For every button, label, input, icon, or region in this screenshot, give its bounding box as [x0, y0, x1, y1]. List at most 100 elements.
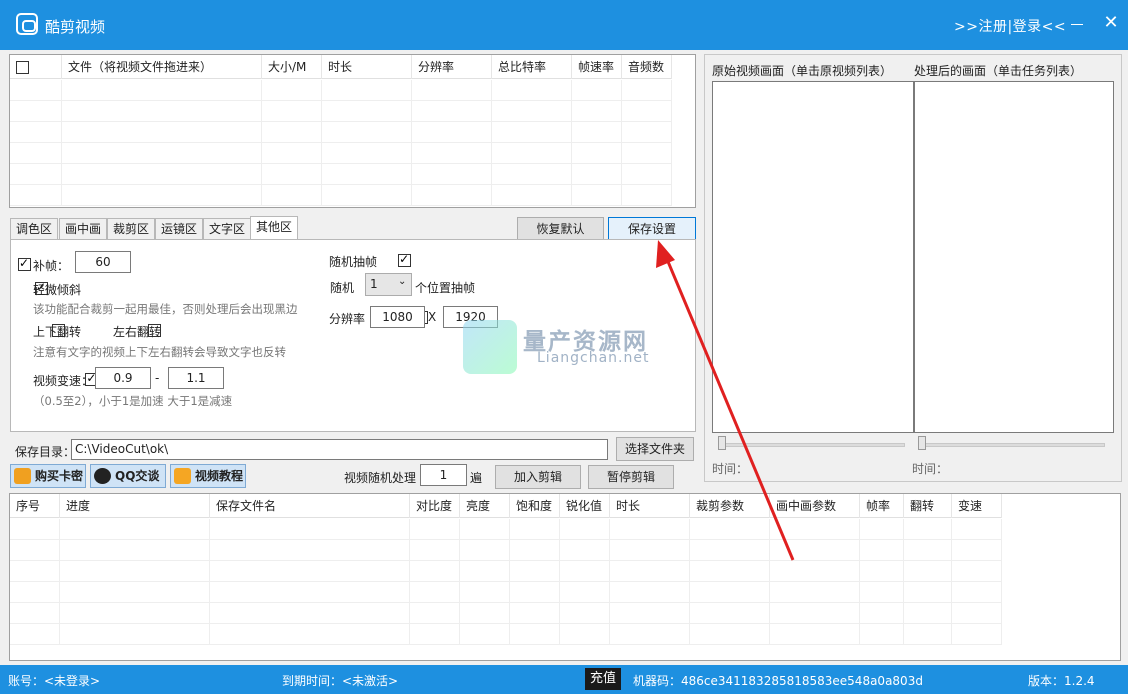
processed-seek-track[interactable] [918, 443, 1105, 447]
app-logo-icon [16, 13, 38, 35]
table-row [10, 101, 672, 122]
table-row [10, 143, 672, 164]
select-all-checkbox[interactable] [10, 55, 62, 79]
tab-text[interactable]: 文字区 [203, 218, 252, 240]
table-row [10, 80, 672, 101]
col-index[interactable]: 序号 [10, 494, 60, 518]
col-brightness[interactable]: 亮度 [460, 494, 510, 518]
expiry-status: 到期时间：<未激活> [282, 674, 399, 688]
random-drop-select[interactable]: 1 ⌄ [365, 273, 412, 296]
col-crop-params[interactable]: 裁剪参数 [690, 494, 770, 518]
slight-tilt-label: 轻微倾斜 [33, 283, 82, 297]
flip-horizontal-label: 左右翻转 [113, 325, 162, 339]
table-row [10, 603, 1002, 624]
cart-icon [14, 468, 31, 484]
tab-pip[interactable]: 画中画 [59, 218, 108, 240]
status-bar: 账号：<未登录> 到期时间：<未激活> 充值 机器码：486ce34118328… [0, 665, 1128, 694]
random-process-label: 视频随机处理 [344, 471, 417, 485]
restore-default-button[interactable]: 恢复默认 [517, 217, 604, 241]
processed-seek-thumb[interactable] [918, 436, 926, 450]
add-edit-button[interactable]: 加入剪辑 [495, 465, 581, 489]
recharge-button[interactable]: 充值 [585, 668, 622, 690]
original-preview-view[interactable] [712, 81, 914, 433]
qq-chat-label: QQ交谈 [115, 469, 160, 483]
tab-crop[interactable]: 裁剪区 [107, 218, 156, 240]
resolution-label: 分辨率 [329, 312, 366, 326]
speed-max-input[interactable]: 1.1 [168, 367, 224, 389]
task-table-header: 序号 进度 保存文件名 对比度 亮度 饱和度 锐化值 时长 裁剪参数 画中画参数… [10, 494, 1002, 518]
fill-frame-label: 补帧： [33, 259, 70, 273]
processed-preview-label: 处理后的画面（单击任务列表） [914, 64, 1083, 78]
save-dir-label: 保存目录： [15, 445, 76, 459]
fill-frame-checkbox[interactable] [18, 256, 31, 271]
col-resolution[interactable]: 分辨率 [412, 55, 492, 79]
save-dir-input[interactable]: C:\VideoCut\ok\ [71, 439, 608, 460]
save-settings-button[interactable]: 保存设置 [608, 217, 696, 241]
video-tutorial-label: 视频教程 [195, 469, 244, 483]
table-row [10, 122, 672, 143]
close-icon[interactable]: ✕ [1100, 12, 1122, 34]
tab-color[interactable]: 调色区 [10, 218, 59, 240]
slight-tilt-hint: 该功能配合裁剪一起用最佳，否则处理后会出现黑边 [33, 302, 298, 316]
processed-preview-view[interactable] [914, 81, 1114, 433]
random-process-unit: 遍 [470, 471, 483, 485]
table-row [10, 624, 1002, 645]
original-seek-thumb[interactable] [718, 436, 726, 450]
resolution-width-input[interactable]: 1080 [370, 306, 425, 328]
file-table-header: 文件（将视频文件拖进来） 大小/M 时长 分辨率 总比特率 帧速率 音频数 [10, 55, 672, 79]
original-time-label: 时间： [712, 462, 749, 476]
random-drop-label: 随机抽帧 [329, 255, 378, 269]
col-fps[interactable]: 帧率 [860, 494, 904, 518]
video-tutorial-button[interactable]: 视频教程 [170, 464, 246, 488]
speed-min-input[interactable]: 0.9 [95, 367, 151, 389]
app-title: 酷剪视频 [45, 18, 106, 36]
watermark-url: Liangchan.net [537, 350, 650, 366]
file-table[interactable]: 文件（将视频文件拖进来） 大小/M 时长 分辨率 总比特率 帧速率 音频数 [9, 54, 696, 208]
col-progress[interactable]: 进度 [60, 494, 210, 518]
table-row [10, 540, 1002, 561]
col-contrast[interactable]: 对比度 [410, 494, 460, 518]
login-register-link[interactable]: >>注册|登录<< [954, 16, 1066, 36]
resolution-x-label: X [428, 310, 437, 324]
random-process-input[interactable]: 1 [420, 464, 467, 486]
table-row [10, 582, 1002, 603]
col-bitrate[interactable]: 总比特率 [492, 55, 572, 79]
tab-other[interactable]: 其他区 [250, 216, 299, 240]
minimize-icon[interactable] [1071, 24, 1083, 25]
chevron-down-icon: ⌄ [398, 276, 407, 287]
play-icon [174, 468, 191, 484]
col-flip[interactable]: 翻转 [904, 494, 952, 518]
speed-label: 视频变速： [33, 374, 94, 388]
col-task-duration[interactable]: 时长 [610, 494, 690, 518]
col-saturation[interactable]: 饱和度 [510, 494, 560, 518]
col-pip-params[interactable]: 画中画参数 [770, 494, 860, 518]
qq-icon [94, 468, 111, 484]
pause-edit-button[interactable]: 暂停剪辑 [588, 465, 674, 489]
fill-frame-input[interactable]: 60 [75, 251, 131, 273]
qq-chat-button[interactable]: QQ交谈 [90, 464, 166, 488]
flip-vertical-label: 上下翻转 [33, 325, 82, 339]
table-row [10, 519, 1002, 540]
title-bar: 酷剪视频 >>注册|登录<< ✕ [0, 0, 1128, 50]
col-file[interactable]: 文件（将视频文件拖进来） [62, 55, 262, 79]
random-drop-select-value: 1 [370, 277, 378, 291]
tab-camera[interactable]: 运镜区 [155, 218, 204, 240]
col-sharpen[interactable]: 锐化值 [560, 494, 610, 518]
col-save-filename[interactable]: 保存文件名 [210, 494, 410, 518]
col-speed[interactable]: 变速 [952, 494, 1002, 518]
random-drop-checkbox[interactable] [398, 252, 412, 267]
random-label: 随机 [330, 281, 355, 295]
speed-hint: （0.5至2），小于1是加速 大于1是减速 [33, 394, 233, 408]
processed-time-label: 时间： [912, 462, 949, 476]
table-row [10, 164, 672, 185]
col-duration[interactable]: 时长 [322, 55, 412, 79]
original-seek-track[interactable] [718, 443, 905, 447]
machine-code: 机器码：486ce341183285818583ee548a0a803d [633, 674, 923, 688]
buy-card-button[interactable]: 购买卡密 [10, 464, 86, 488]
col-size[interactable]: 大小/M [262, 55, 322, 79]
choose-folder-button[interactable]: 选择文件夹 [616, 437, 694, 461]
buy-card-label: 购买卡密 [35, 469, 84, 483]
task-table[interactable]: 序号 进度 保存文件名 对比度 亮度 饱和度 锐化值 时长 裁剪参数 画中画参数… [9, 493, 1121, 661]
col-audio[interactable]: 音频数 [622, 55, 672, 79]
col-framerate[interactable]: 帧速率 [572, 55, 622, 79]
